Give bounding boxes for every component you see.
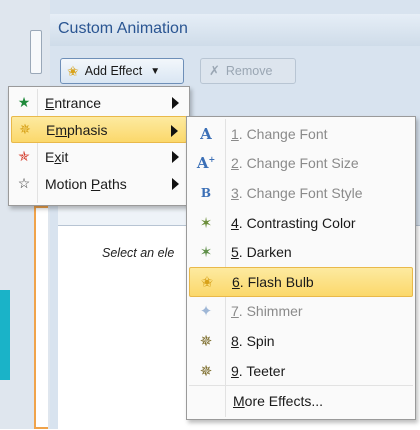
- submenu-item-teeter[interactable]: ✵ 9. Teeter: [189, 356, 413, 386]
- menu-item-label: Exit: [45, 148, 69, 165]
- menu-item-emphasis[interactable]: ✵ Emphasis: [11, 116, 187, 143]
- submenu-item-change-font-size[interactable]: A+ 2. Change Font Size: [189, 149, 413, 179]
- submenu-item-shimmer[interactable]: ✦ 7. Shimmer: [189, 297, 413, 327]
- chevron-down-icon: ▼: [150, 65, 161, 77]
- submenu-arrow-icon: [172, 151, 179, 163]
- pane-title: Custom Animation: [58, 20, 188, 37]
- flash-bulb-icon: ✬: [200, 273, 214, 291]
- contrasting-color-icon: ✶: [199, 214, 213, 232]
- submenu-item-label: More Effects...: [233, 392, 324, 409]
- add-effect-button[interactable]: ✬ Add Effect ▼: [60, 58, 184, 84]
- submenu-item-label: 1. Change Font: [231, 125, 328, 142]
- exit-star-icon: ✯: [18, 148, 30, 164]
- submenu-item-contrasting-color[interactable]: ✶ 4. Contrasting Color: [189, 208, 413, 238]
- submenu-item-label: 8. Spin: [231, 332, 275, 349]
- submenu-item-label: 6. Flash Bulb: [232, 273, 314, 290]
- menu-item-label: Emphasis: [46, 121, 108, 138]
- submenu-item-change-font[interactable]: A 1. Change Font: [189, 119, 413, 149]
- remove-icon: ✗: [209, 63, 220, 78]
- slide-accent-edge: [0, 290, 10, 380]
- add-effect-star-icon: ✬: [67, 62, 79, 79]
- submenu-item-spin[interactable]: ✵ 8. Spin: [189, 326, 413, 356]
- submenu-item-label: 3. Change Font Style: [231, 184, 363, 201]
- pane-resize-handle[interactable]: [30, 30, 42, 74]
- submenu-item-label: 7. Shimmer: [231, 303, 303, 320]
- change-font-size-icon: A+: [196, 154, 216, 173]
- animation-list-hint: Select an ele: [102, 246, 175, 260]
- submenu-arrow-icon: [172, 97, 179, 109]
- submenu-item-label: 5. Darken: [231, 244, 292, 261]
- submenu-arrow-icon: [171, 125, 178, 137]
- submenu-item-label: 4. Contrasting Color: [231, 214, 356, 231]
- shimmer-icon: ✦: [199, 303, 213, 321]
- teeter-icon: ✵: [199, 362, 213, 380]
- change-font-icon: A: [200, 124, 212, 143]
- submenu-item-change-font-style[interactable]: B 3. Change Font Style: [189, 178, 413, 208]
- entrance-star-icon: ★: [17, 94, 31, 110]
- submenu-arrow-icon: [172, 178, 179, 190]
- background-app-strip: [0, 0, 51, 429]
- menu-item-motion-paths[interactable]: ☆ Motion Paths: [11, 170, 187, 197]
- submenu-item-flash-bulb[interactable]: ✬ 6. Flash Bulb: [189, 266, 413, 297]
- submenu-item-label: 2. Change Font Size: [231, 155, 359, 172]
- add-effect-menu: ★ Entrance ✵ Emphasis ✯ Exit ☆ Motion Pa…: [8, 86, 190, 206]
- change-font-style-icon: B: [200, 185, 212, 200]
- menu-item-label: Entrance: [45, 94, 102, 111]
- remove-button[interactable]: ✗ Remove: [200, 58, 296, 84]
- slide-thumbnail-edge: [34, 206, 48, 429]
- remove-label: Remove: [225, 64, 273, 78]
- spin-icon: ✵: [199, 332, 213, 350]
- submenu-item-label: 9. Teeter: [231, 362, 286, 379]
- add-effect-label: Add Effect: [84, 64, 143, 78]
- menu-item-entrance[interactable]: ★ Entrance: [11, 89, 187, 116]
- motion-paths-star-icon: ☆: [17, 175, 31, 191]
- emphasis-submenu: A 1. Change Font A+ 2. Change Font Size …: [186, 116, 416, 420]
- emphasis-star-icon: ✵: [19, 121, 31, 137]
- menu-item-exit[interactable]: ✯ Exit: [11, 143, 187, 170]
- darken-icon: ✶: [199, 244, 213, 262]
- submenu-item-darken[interactable]: ✶ 5. Darken: [189, 237, 413, 267]
- submenu-item-more-effects[interactable]: More Effects...: [189, 385, 413, 415]
- menu-item-label: Motion Paths: [45, 175, 127, 192]
